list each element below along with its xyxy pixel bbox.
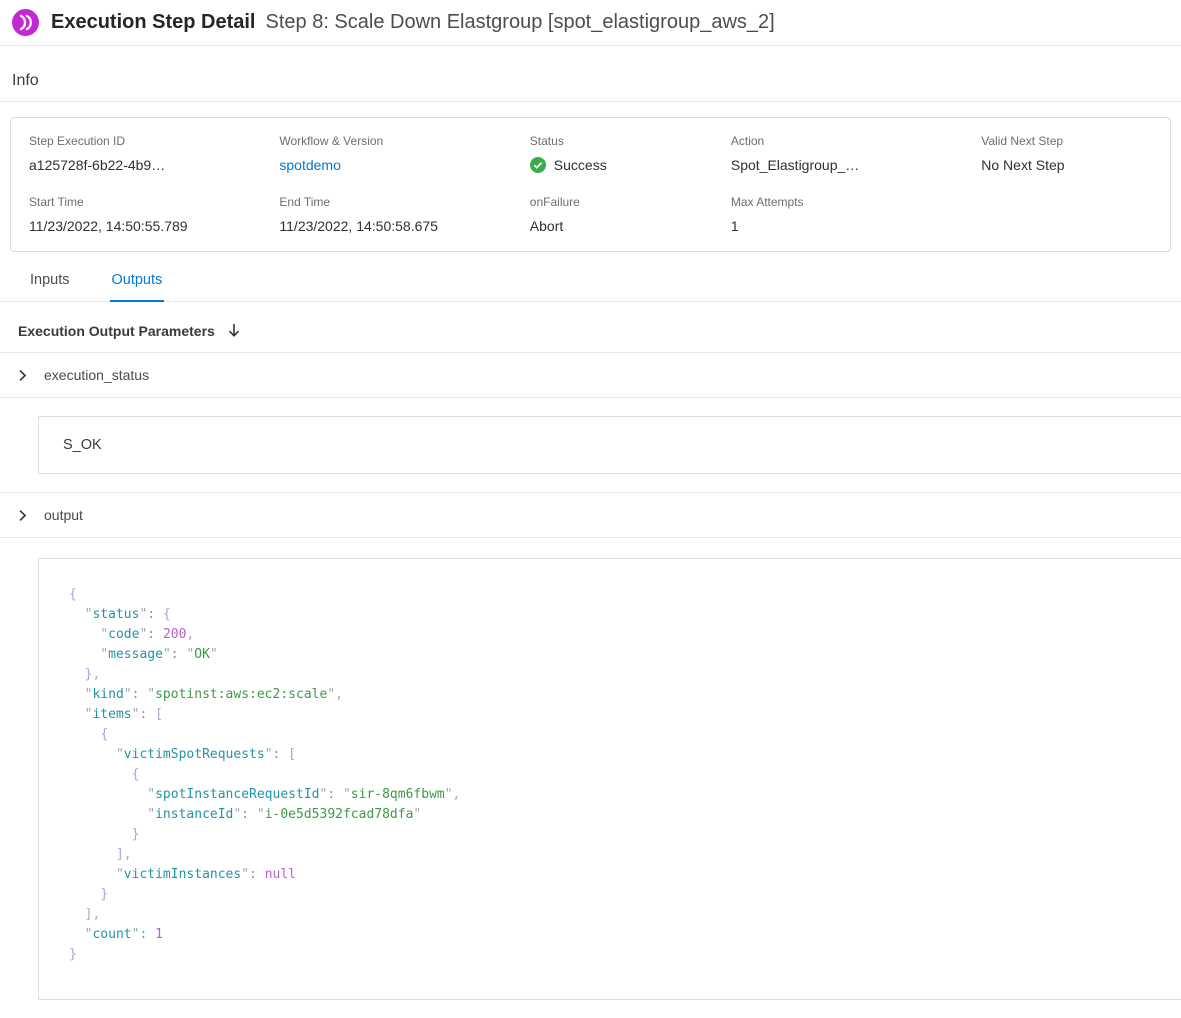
output-parameters-header: Execution Output Parameters (0, 302, 1181, 353)
field-value: 1 (731, 218, 981, 234)
code-line: ], (69, 845, 1152, 865)
info-card: Step Execution ID a125728f-6b22-4b9… Wor… (10, 117, 1171, 252)
code-line: { (69, 585, 1152, 605)
chevron-right-icon (16, 369, 29, 382)
status-text: Success (554, 157, 607, 173)
field-label: onFailure (530, 195, 731, 209)
output-section: { "status": { "code": 200, "message": "O… (0, 538, 1181, 1010)
code-line: } (69, 945, 1152, 965)
info-section-label: Info (0, 46, 1181, 102)
field-workflow-version: Workflow & Version spotdemo (279, 134, 529, 175)
output-json-box: { "status": { "code": 200, "message": "O… (38, 558, 1181, 1000)
param-name: execution_status (44, 367, 149, 383)
code-line: }, (69, 665, 1152, 685)
execution-status-value-box: S_OK (38, 416, 1181, 474)
info-grid: Step Execution ID a125728f-6b22-4b9… Wor… (29, 134, 1152, 234)
field-label: Start Time (29, 195, 279, 209)
code-line: { (69, 725, 1152, 745)
code-line: "victimInstances": null (69, 865, 1152, 885)
field-max-attempts: Max Attempts 1 (731, 195, 981, 234)
field-label: Status (530, 134, 731, 148)
code-line: "count": 1 (69, 925, 1152, 945)
app-logo-icon (12, 9, 39, 36)
code-line: "victimSpotRequests": [ (69, 745, 1152, 765)
field-value: No Next Step (981, 157, 1152, 173)
tab-bar: Inputs Outputs (0, 252, 1181, 302)
code-line: } (69, 885, 1152, 905)
top-bar: Execution Step Detail Step 8: Scale Down… (0, 0, 1181, 46)
field-empty (981, 195, 1152, 234)
code-line: ], (69, 905, 1152, 925)
field-step-execution-id: Step Execution ID a125728f-6b22-4b9… (29, 134, 279, 175)
success-check-icon (530, 157, 546, 173)
page-subtitle: Step 8: Scale Down Elastgroup [spot_elas… (266, 11, 775, 34)
field-value: Abort (530, 218, 731, 234)
tab-inputs[interactable]: Inputs (28, 266, 72, 301)
field-action: Action Spot_Elastigroup_… (731, 134, 981, 175)
code-line: "kind": "spotinst:aws:ec2:scale", (69, 685, 1152, 705)
field-value: 11/23/2022, 14:50:58.675 (279, 218, 529, 234)
field-label: Action (731, 134, 981, 148)
param-name: output (44, 507, 83, 523)
field-value: Spot_Elastigroup_… (731, 157, 981, 173)
code-line: "message": "OK" (69, 645, 1152, 665)
execution-status-section: S_OK (0, 398, 1181, 493)
field-status: Status Success (530, 134, 731, 175)
execution-step-detail-page: Execution Step Detail Step 8: Scale Down… (0, 0, 1181, 1018)
field-end-time: End Time 11/23/2022, 14:50:58.675 (279, 195, 529, 234)
code-line: "instanceId": "i-0e5d5392fcad78dfa" (69, 805, 1152, 825)
field-label: Max Attempts (731, 195, 981, 209)
expand-row-output[interactable]: output (0, 493, 1181, 538)
chevron-right-icon (16, 509, 29, 522)
title-row: Execution Step Detail Step 8: Scale Down… (51, 11, 775, 34)
page-title: Execution Step Detail (51, 11, 256, 34)
output-json-code: { "status": { "code": 200, "message": "O… (69, 585, 1152, 965)
code-line: "items": [ (69, 705, 1152, 725)
field-value: a125728f-6b22-4b9… (29, 157, 279, 173)
field-onfailure: onFailure Abort (530, 195, 731, 234)
field-value: 11/23/2022, 14:50:55.789 (29, 218, 279, 234)
field-label: Step Execution ID (29, 134, 279, 148)
status-badge: Success (530, 157, 731, 173)
output-parameters-title: Execution Output Parameters (18, 323, 215, 339)
code-line: "code": 200, (69, 625, 1152, 645)
field-label: Workflow & Version (279, 134, 529, 148)
code-line: "status": { (69, 605, 1152, 625)
field-label: Valid Next Step (981, 134, 1152, 148)
code-line: } (69, 825, 1152, 845)
arrow-down-icon[interactable] (227, 322, 241, 339)
tab-outputs[interactable]: Outputs (110, 266, 165, 302)
workflow-link[interactable]: spotdemo (279, 157, 340, 173)
field-valid-next-step: Valid Next Step No Next Step (981, 134, 1152, 175)
code-line: { (69, 765, 1152, 785)
field-label: End Time (279, 195, 529, 209)
code-line: "spotInstanceRequestId": "sir-8qm6fbwm", (69, 785, 1152, 805)
expand-row-execution-status[interactable]: execution_status (0, 353, 1181, 398)
field-start-time: Start Time 11/23/2022, 14:50:55.789 (29, 195, 279, 234)
